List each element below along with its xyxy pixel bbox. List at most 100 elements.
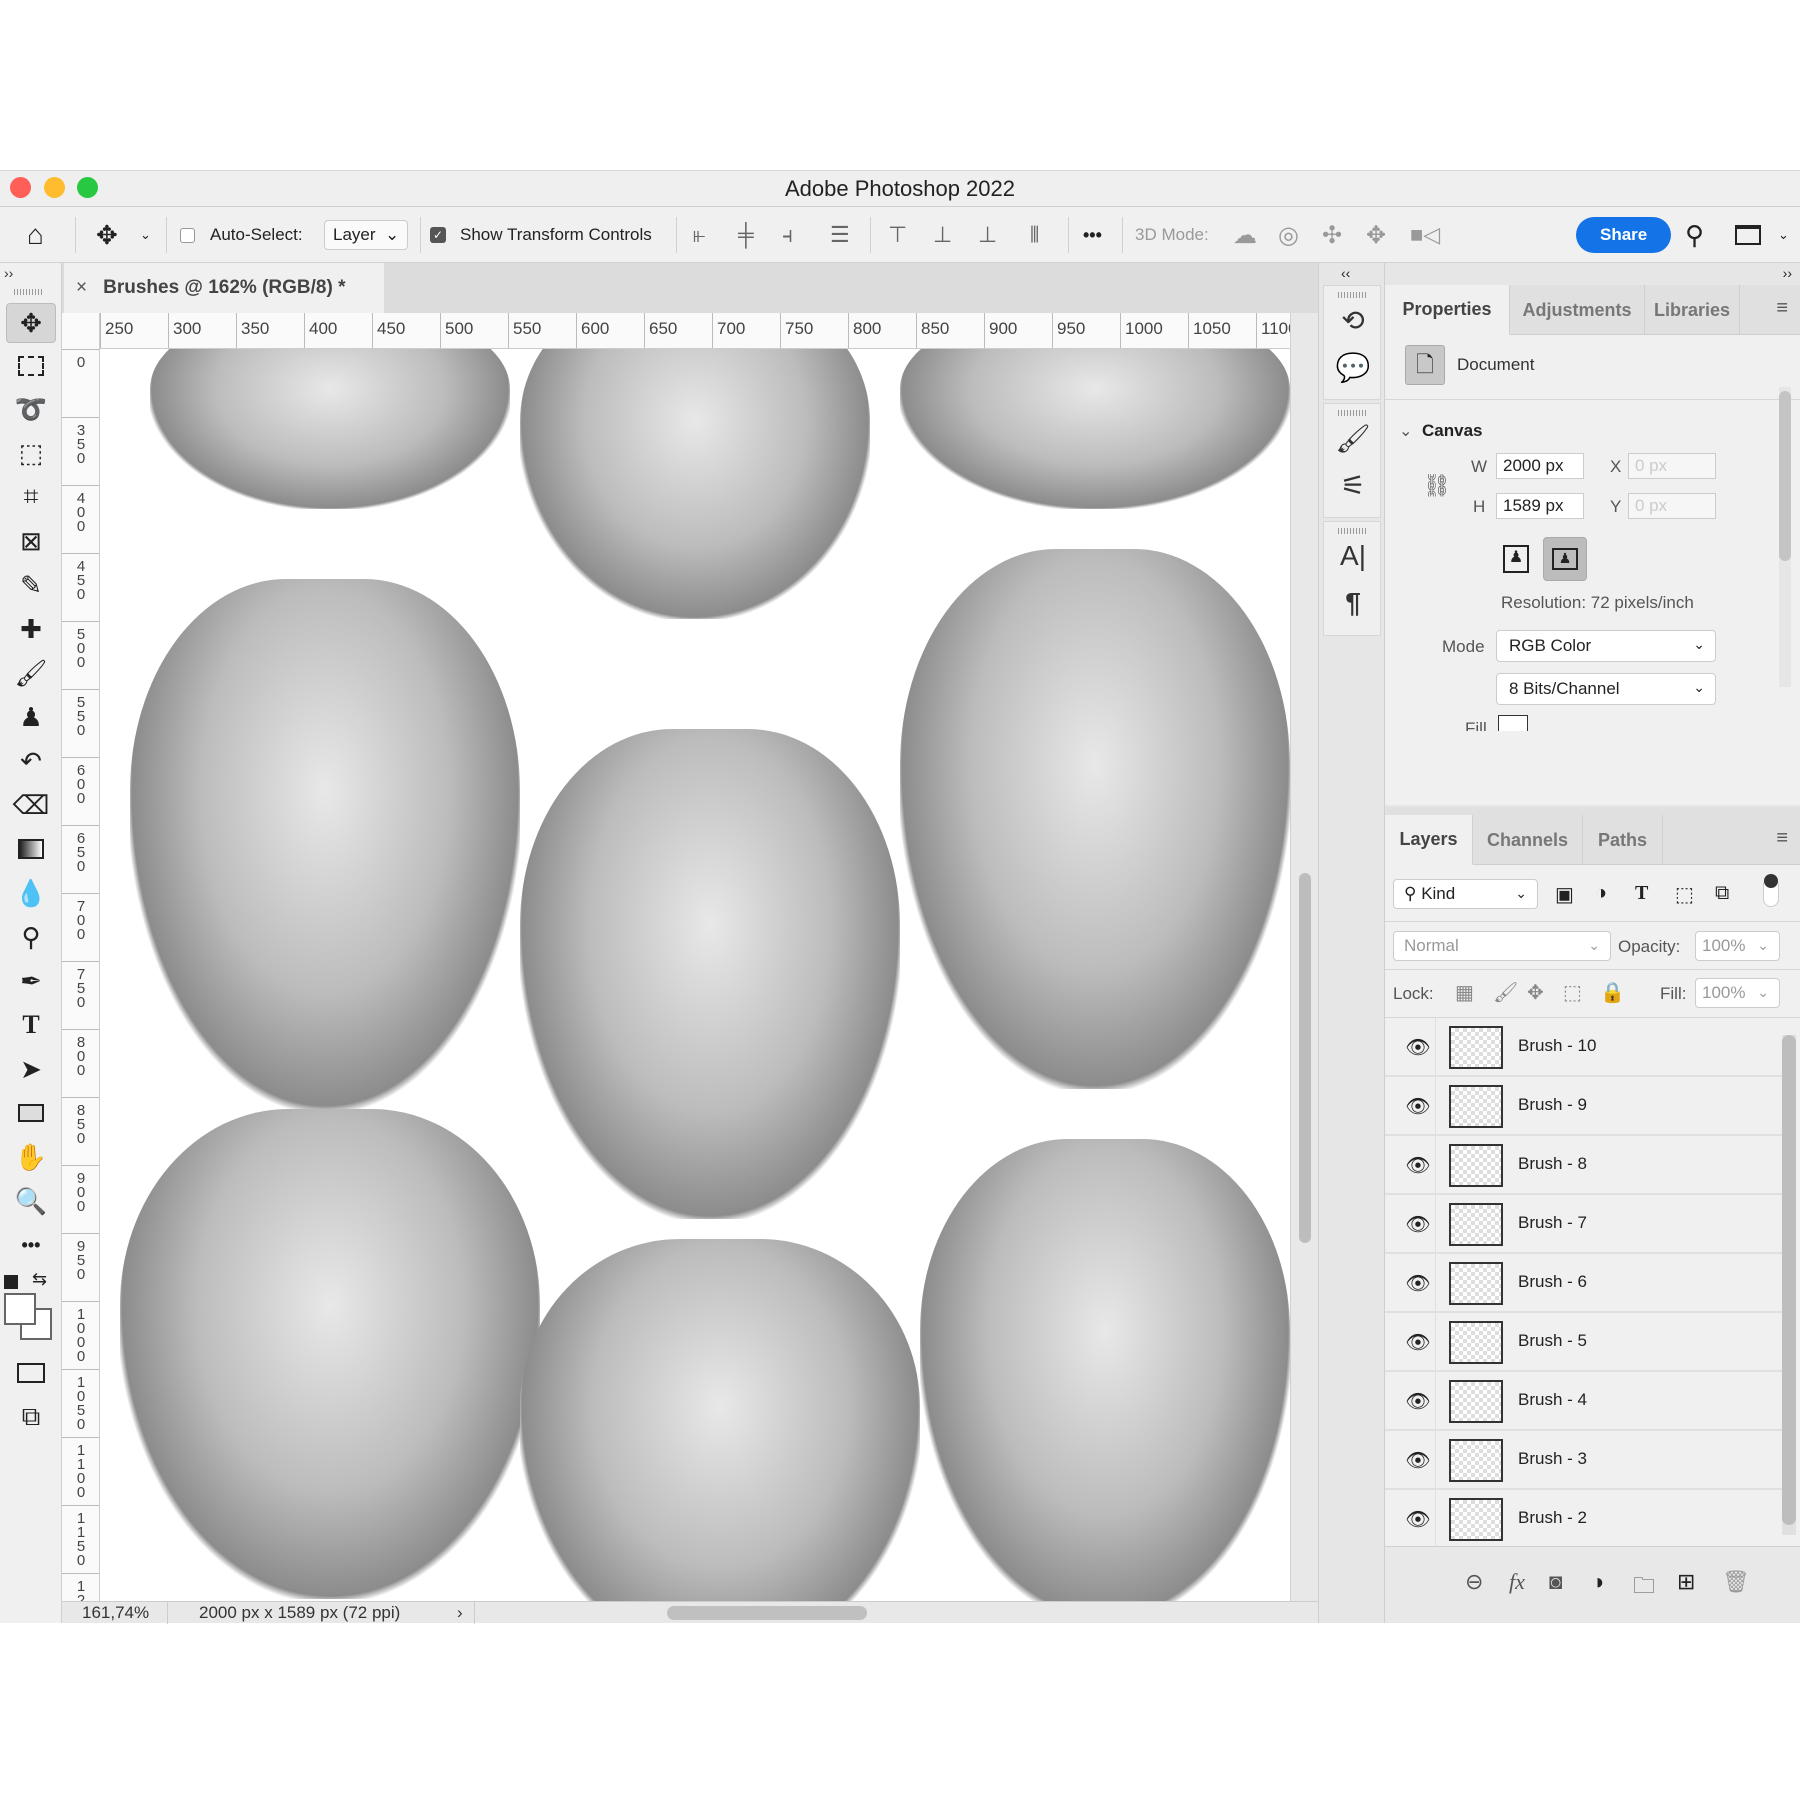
history-icon[interactable]: ⟲: [1324, 304, 1382, 337]
adjustment-layer-icon[interactable]: ◑: [1591, 1569, 1604, 1595]
visibility-eye-icon[interactable]: 👁: [1405, 1153, 1431, 1177]
layer-row[interactable]: 👁 Brush - 2: [1385, 1490, 1785, 1546]
distribute-vertical-icon[interactable]: ☰: [830, 207, 850, 263]
lock-pixels-icon[interactable]: 🖌: [1493, 980, 1518, 1005]
quick-mask-icon[interactable]: [6, 1353, 56, 1393]
move-tool-icon[interactable]: ✥: [96, 207, 118, 263]
visibility-eye-icon[interactable]: 👁: [1405, 1212, 1431, 1236]
layer-row[interactable]: 👁 Brush - 6: [1385, 1254, 1785, 1313]
3d-camera-icon[interactable]: ■◁: [1410, 207, 1440, 263]
share-button[interactable]: Share: [1576, 207, 1672, 263]
close-tab-icon[interactable]: ×: [76, 277, 87, 299]
canvas-y-field[interactable]: 0 px: [1628, 493, 1716, 519]
visibility-eye-icon[interactable]: 👁: [1405, 1035, 1431, 1059]
tab-paths[interactable]: Paths: [1583, 815, 1663, 865]
distribute-horizontal-icon[interactable]: ⫴: [1030, 207, 1039, 263]
filter-adjustment-icon[interactable]: ◑: [1595, 882, 1607, 905]
tab-properties[interactable]: Properties: [1385, 285, 1510, 335]
layer-row[interactable]: 👁 Brush - 9: [1385, 1077, 1785, 1136]
brush-tool[interactable]: 🖌: [6, 653, 56, 693]
paragraph-icon[interactable]: ¶: [1324, 587, 1382, 619]
tool-preset-chevron-icon[interactable]: ⌄: [140, 207, 151, 263]
home-icon[interactable]: ⌂: [27, 207, 44, 263]
opacity-field[interactable]: 100% ⌄: [1695, 931, 1780, 961]
swap-colors-icon[interactable]: ⇆: [32, 1269, 47, 1290]
align-right-icon[interactable]: ⫞: [782, 207, 793, 263]
move-tool[interactable]: ✥: [6, 303, 56, 343]
color-mode-select[interactable]: RGB Color ⌄: [1496, 630, 1716, 662]
visibility-eye-icon[interactable]: 👁: [1405, 1507, 1431, 1531]
link-layers-icon[interactable]: ⊖: [1465, 1569, 1483, 1595]
rectangular-marquee-tool[interactable]: [6, 346, 56, 386]
delete-layer-icon[interactable]: 🗑: [1722, 1569, 1750, 1595]
brush-settings-icon[interactable]: 🖌: [1324, 422, 1382, 455]
tab-adjustments[interactable]: Adjustments: [1510, 285, 1645, 335]
horizontal-scroll-thumb[interactable]: [667, 1606, 867, 1620]
filter-pixel-icon[interactable]: ▣: [1555, 882, 1574, 907]
layer-row[interactable]: 👁 Brush - 10: [1385, 1018, 1785, 1077]
auto-select-checkbox[interactable]: [180, 207, 195, 263]
filter-toggle[interactable]: [1763, 874, 1779, 907]
blend-mode-select[interactable]: Normal ⌄: [1393, 931, 1611, 961]
fill-swatch[interactable]: [1498, 715, 1528, 731]
hand-tool[interactable]: ✋: [6, 1137, 56, 1177]
filter-smart-object-icon[interactable]: ⧉: [1715, 882, 1729, 905]
show-transform-checkbox[interactable]: ✓: [430, 207, 446, 263]
healing-brush-tool[interactable]: ✚: [6, 609, 56, 649]
canvas-height-field[interactable]: 1589 px: [1496, 493, 1584, 519]
visibility-eye-icon[interactable]: 👁: [1405, 1330, 1431, 1354]
lock-transparent-icon[interactable]: ▦: [1455, 980, 1474, 1005]
tab-channels[interactable]: Channels: [1473, 815, 1583, 865]
layers-scroll-thumb[interactable]: [1782, 1035, 1796, 1525]
layer-row[interactable]: 👁 Brush - 3: [1385, 1431, 1785, 1490]
align-left-icon[interactable]: ⫦: [693, 207, 705, 263]
eyedropper-tool[interactable]: ✎: [6, 565, 56, 605]
lock-artboard-icon[interactable]: ⬚: [1563, 980, 1582, 1005]
canvas-collapse-icon[interactable]: ⌄: [1399, 421, 1412, 441]
add-mask-icon[interactable]: ◙: [1549, 1569, 1562, 1595]
visibility-eye-icon[interactable]: 👁: [1405, 1094, 1431, 1118]
auto-select-target-select[interactable]: Layer ⌄: [324, 207, 409, 263]
filter-type-icon[interactable]: T: [1635, 882, 1648, 905]
gradient-tool[interactable]: [6, 829, 56, 869]
visibility-eye-icon[interactable]: 👁: [1405, 1448, 1431, 1472]
status-menu-arrow[interactable]: ›: [457, 1603, 463, 1623]
foreground-color-swatch[interactable]: [4, 1293, 36, 1325]
layer-row[interactable]: 👁 Brush - 5: [1385, 1313, 1785, 1372]
expand-tools-icon[interactable]: ››: [4, 265, 13, 281]
visibility-eye-icon[interactable]: 👁: [1405, 1389, 1431, 1413]
align-bottom-icon[interactable]: ⊥: [978, 207, 997, 263]
search-icon[interactable]: ⚲: [1685, 207, 1704, 263]
align-top-icon[interactable]: ⊤: [888, 207, 907, 263]
canvas-vertical-scrollbar[interactable]: [1290, 313, 1318, 1601]
layer-effects-icon[interactable]: fx: [1509, 1569, 1525, 1595]
horizontal-ruler[interactable]: 250 300 350 400 450 500 550 600 650 700 750 800 850 9…: [100, 313, 1290, 349]
properties-scroll-thumb[interactable]: [1779, 391, 1791, 561]
layer-row[interactable]: 👁 Brush - 4: [1385, 1372, 1785, 1431]
fill-opacity-field[interactable]: 100% ⌄: [1695, 978, 1780, 1008]
new-group-icon[interactable]: 🗀: [1633, 1569, 1655, 1607]
zoom-level[interactable]: 161,74%: [82, 1603, 149, 1623]
crop-tool[interactable]: ⌗: [6, 477, 56, 517]
visibility-eye-icon[interactable]: 👁: [1405, 1271, 1431, 1295]
collapse-dock-icon[interactable]: ‹‹: [1341, 265, 1350, 281]
layer-filter-select[interactable]: ⚲ Kind ⌄: [1393, 879, 1538, 909]
type-tool[interactable]: T: [6, 1005, 56, 1045]
brushes-icon[interactable]: ⚟: [1324, 469, 1382, 502]
properties-menu-icon[interactable]: ≡: [1776, 297, 1788, 320]
lock-all-icon[interactable]: 🔒: [1600, 980, 1625, 1005]
3d-orbit-icon[interactable]: ☁: [1233, 207, 1257, 263]
collapse-panels-icon[interactable]: ››: [1783, 265, 1792, 281]
workspace-chevron-icon[interactable]: ⌄: [1778, 207, 1789, 263]
lock-position-icon[interactable]: ✥: [1527, 980, 1544, 1005]
edit-toolbar-icon[interactable]: •••: [6, 1225, 56, 1265]
3d-drag-icon[interactable]: ✣: [1322, 207, 1342, 263]
layer-row[interactable]: 👁 Brush - 8: [1385, 1136, 1785, 1195]
frame-tool[interactable]: ⊠: [6, 521, 56, 561]
3d-roll-icon[interactable]: ◎: [1278, 207, 1299, 263]
path-selection-tool[interactable]: ➤: [6, 1049, 56, 1089]
default-colors-icon[interactable]: [4, 1275, 18, 1289]
dodge-tool[interactable]: ⚲: [6, 917, 56, 957]
object-selection-tool[interactable]: ⬚: [6, 433, 56, 473]
history-brush-tool[interactable]: ↶: [6, 741, 56, 781]
